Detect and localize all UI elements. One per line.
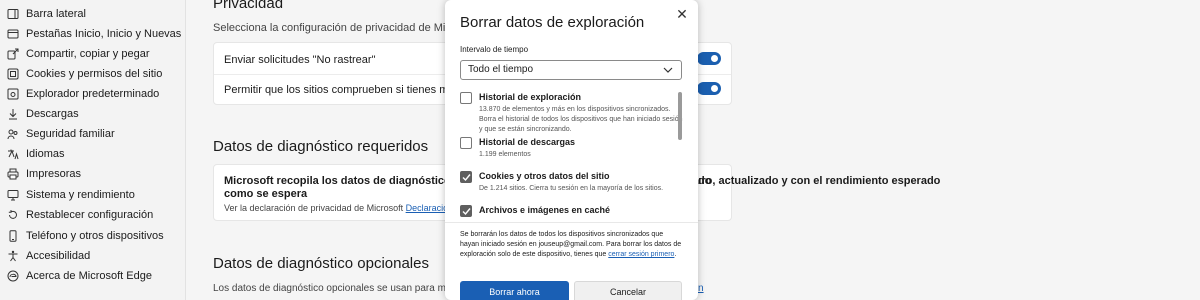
chevron-down-icon [663, 67, 673, 73]
option-cache: Archivos e imágenes en caché [460, 205, 682, 221]
dnt-label: Enviar solicitudes "No rastrear" [224, 54, 376, 66]
option-title: Cookies y otros datos del sitio [479, 171, 610, 181]
option-title: Historial de exploración [479, 92, 582, 102]
reset-icon [7, 209, 19, 221]
sign-out-link[interactable]: cerrar sesión primero [608, 251, 674, 258]
time-range-select[interactable]: Todo el tiempo [460, 60, 682, 80]
dialog-divider [445, 222, 698, 223]
browsing-history-checkbox[interactable] [460, 92, 472, 104]
family-icon [7, 128, 19, 140]
checkmark-icon [462, 208, 471, 216]
sidebar-icon [7, 8, 19, 20]
dialog-scrollbar[interactable] [678, 92, 682, 140]
printer-icon [7, 168, 19, 180]
privacy-title: Privacidad [213, 0, 284, 12]
sidebar-item-label: Teléfono y otros dispositivos [26, 230, 164, 242]
cookies-checkbox[interactable] [460, 171, 472, 183]
option-title: Archivos e imágenes en caché [479, 205, 611, 215]
download-icon [7, 108, 19, 120]
phone-icon [7, 230, 19, 242]
time-range-label: Intervalo de tiempo [460, 45, 529, 54]
optional-diagnostics-link[interactable]: n [698, 283, 704, 294]
sidebar-item-phone[interactable]: Teléfono y otros dispositivos [0, 226, 185, 246]
sidebar-item-system[interactable]: Sistema y rendimiento [0, 185, 185, 205]
option-description: 13.870 de elementos y más en los disposi… [479, 106, 683, 133]
sidebar-item-label: Impresoras [26, 168, 82, 180]
sidebar-item-label: Seguridad familiar [26, 128, 115, 140]
sidebar-item-label: Compartir, copiar y pegar [26, 48, 150, 60]
required-diagnostics-text-2: como se espera [224, 188, 308, 200]
sidebar-item-label: Restablecer configuración [26, 209, 154, 221]
sidebar-item-label: Acerca de Microsoft Edge [26, 270, 152, 282]
share-icon [7, 48, 19, 60]
sidebar-item-label: Explorador predeterminado [26, 88, 160, 100]
settings-sidebar: Barra lateral Pestañas Inicio, Inicio y … [0, 0, 185, 300]
sidebar-item-printers[interactable]: Impresoras [0, 164, 185, 184]
time-range-value: Todo el tiempo [468, 64, 534, 75]
sidebar-item-default-browser[interactable]: Explorador predeterminado [0, 84, 185, 104]
option-cookies: Cookies y otros datos del sitio De 1.214… [460, 171, 682, 196]
accessibility-icon [7, 250, 19, 262]
browser-icon [7, 88, 19, 100]
option-description: 1.199 elementos [479, 151, 531, 158]
optional-diagnostics-title: Datos de diagnóstico opcionales [213, 255, 429, 272]
sidebar-item-label: Cookies y permisos del sitio [26, 68, 163, 80]
language-icon [7, 148, 19, 160]
clear-now-button[interactable]: Borrar ahora [460, 281, 569, 300]
required-diagnostics-title: Datos de diagnóstico requeridos [213, 138, 429, 155]
sync-note-end: . [674, 251, 677, 258]
sidebar-item-about[interactable]: Acerca de Microsoft Edge [0, 266, 185, 286]
sync-note: Se borrarán los datos de todos los dispo… [460, 230, 682, 260]
dialog-title: Borrar datos de exploración [460, 14, 645, 31]
sidebar-item-sidebar[interactable]: Barra lateral [0, 4, 185, 24]
sidebar-item-family[interactable]: Seguridad familiar [0, 124, 185, 144]
sidebar-item-home[interactable]: Pestañas Inicio, Inicio y Nuevas [0, 24, 185, 44]
checkmark-icon [462, 174, 471, 182]
sidebar-item-label: Pestañas Inicio, Inicio y Nuevas [26, 28, 182, 40]
option-download-history: Historial de descargas 1.199 elementos [460, 137, 682, 162]
option-description: De 1.214 sitios. Cierra tu sesión en la … [479, 185, 664, 192]
system-icon [7, 189, 19, 201]
sidebar-item-label: Idiomas [26, 148, 65, 160]
home-icon [7, 28, 19, 40]
option-title: Historial de descargas [479, 137, 576, 147]
download-history-checkbox[interactable] [460, 137, 472, 149]
cache-checkbox[interactable] [460, 205, 472, 217]
sidebar-item-downloads[interactable]: Descargas [0, 104, 185, 124]
cancel-button[interactable]: Cancelar [574, 281, 682, 300]
sidebar-item-label: Barra lateral [26, 8, 86, 20]
close-icon[interactable]: ✕ [674, 6, 690, 22]
edge-icon [7, 270, 19, 282]
sidebar-item-label: Accesibilidad [26, 250, 91, 262]
option-browsing-history: Historial de exploración 13.870 de eleme… [460, 92, 683, 137]
sidebar-item-label: Sistema y rendimiento [26, 189, 135, 201]
dnt-toggle[interactable] [697, 52, 721, 65]
sidebar-item-label: Descargas [26, 108, 79, 120]
clear-browsing-data-dialog: Borrar datos de exploración ✕ Intervalo … [445, 0, 698, 300]
sidebar-item-share[interactable]: Compartir, copiar y pegar [0, 44, 185, 64]
sidebar-item-reset[interactable]: Restablecer configuración [0, 205, 185, 225]
sidebar-item-cookies[interactable]: Cookies y permisos del sitio [0, 64, 185, 84]
cookie-icon [7, 68, 19, 80]
sidebar-item-languages[interactable]: Idiomas [0, 144, 185, 164]
required-diagnostics-overflow: do [698, 175, 712, 187]
payment-check-toggle[interactable] [697, 82, 721, 95]
sidebar-item-accessibility[interactable]: Accesibilidad [0, 246, 185, 266]
privacy-statement-prefix: Ver la declaración de privacidad de Micr… [224, 203, 404, 213]
